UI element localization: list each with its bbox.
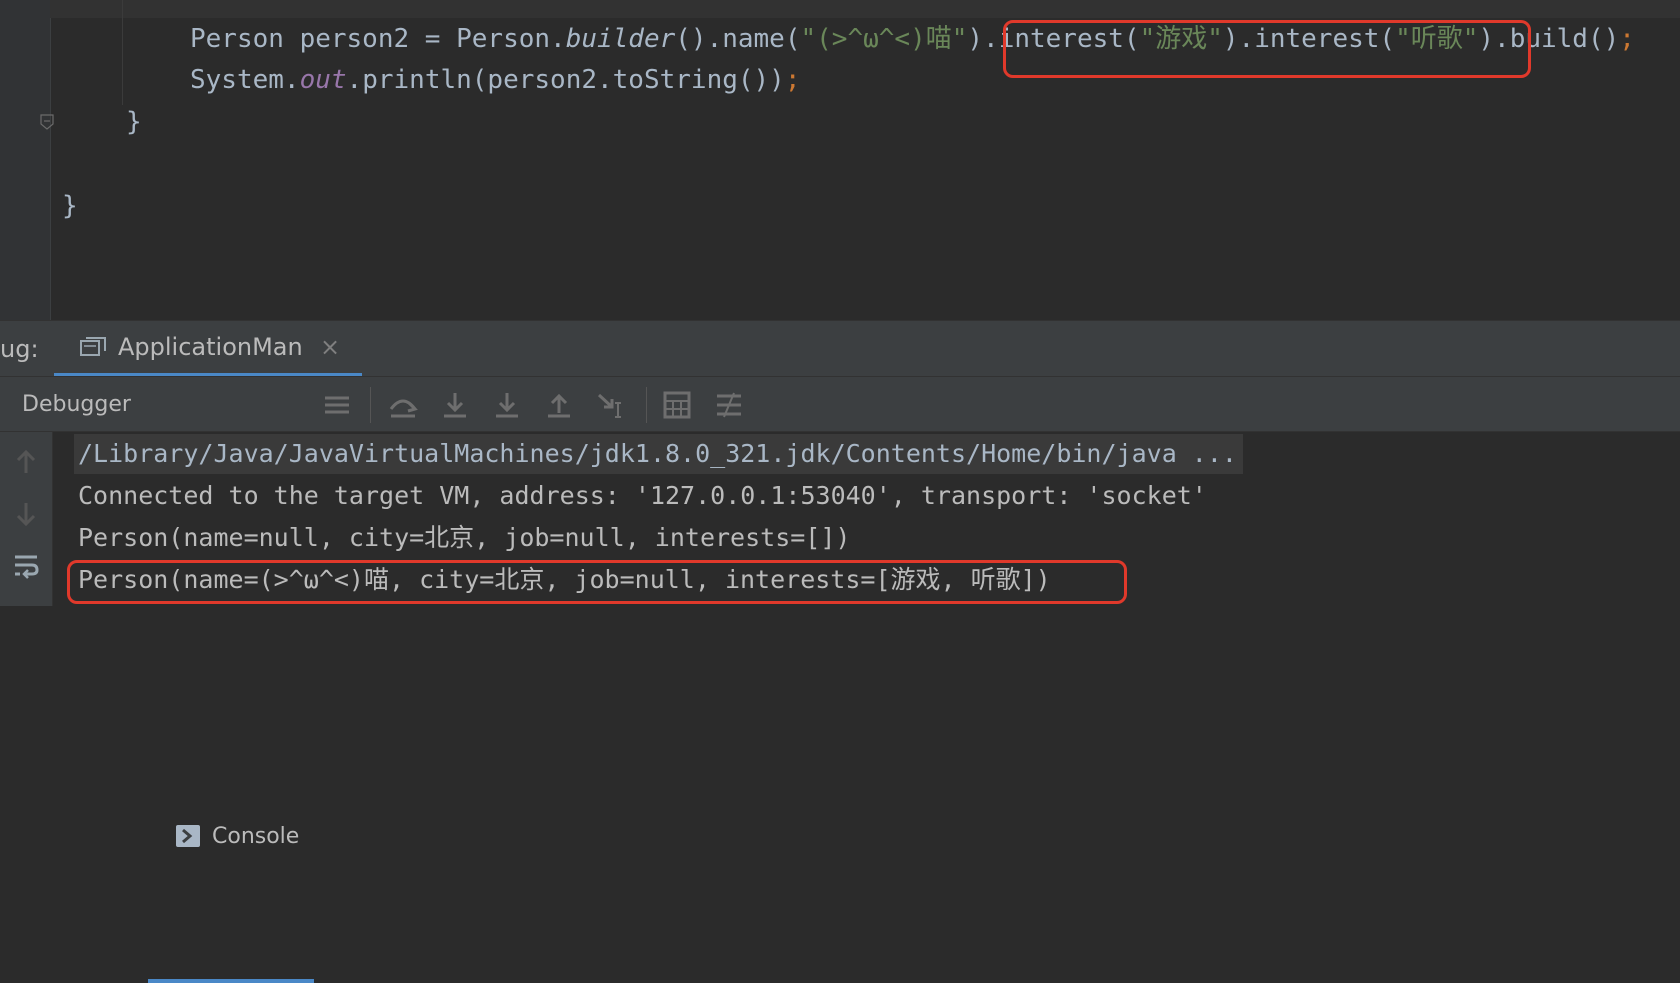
tab-console-label: Console <box>212 824 300 849</box>
editor-current-line-strip <box>50 0 1680 18</box>
run-to-cursor-icon[interactable] <box>596 391 626 419</box>
code-string: "游戏" <box>1139 24 1223 54</box>
toolbar-separator <box>370 387 371 423</box>
arrow-up-icon[interactable] <box>12 448 40 476</box>
code-text: ).build() <box>1478 24 1620 54</box>
console-gutter <box>0 432 53 606</box>
console-icon <box>176 825 200 847</box>
arrow-down-icon[interactable] <box>12 500 40 528</box>
evaluate-expression-icon[interactable] <box>662 391 692 419</box>
code-text: .println(person2.toString()) <box>346 65 785 95</box>
step-into-icon[interactable] <box>492 391 522 419</box>
toolbar-separator <box>646 387 647 423</box>
close-icon[interactable]: × <box>320 321 340 373</box>
code-method-builder: builder <box>565 24 676 54</box>
console-output[interactable]: /Library/Java/JavaVirtualMachines/jdk1.8… <box>0 432 1680 606</box>
console-line-command: /Library/Java/JavaVirtualMachines/jdk1.8… <box>74 434 1243 474</box>
code-string: "(>^ω^<)喵" <box>800 24 968 54</box>
code-string: "听歌" <box>1395 24 1479 54</box>
session-tab-label: ApplicationMan <box>118 333 303 361</box>
fold-icon[interactable] <box>40 114 54 130</box>
tab-debugger[interactable]: Debugger <box>22 377 131 433</box>
code-text: Person person2 = Person. <box>190 24 566 54</box>
step-out-icon[interactable] <box>544 391 574 419</box>
code-text: ().name( <box>675 24 801 54</box>
code-text: System. <box>190 65 300 95</box>
code-text: ).interest( <box>967 24 1140 54</box>
code-editor[interactable]: Person person2 = Person.builder().name("… <box>0 0 1680 320</box>
debug-tool-window-header: ug: ApplicationMan × <box>0 320 1680 377</box>
code-semicolon: ; <box>1619 24 1635 54</box>
step-over-icon[interactable] <box>440 391 470 419</box>
console-line-connected: Connected to the target VM, address: '12… <box>78 481 1207 510</box>
tab-console[interactable]: Console <box>148 809 314 983</box>
code-line-println[interactable]: System.out.println(person2.toString()); <box>190 60 801 100</box>
code-static-field-out: out <box>299 65 347 95</box>
show-execution-point-icon[interactable] <box>388 391 418 419</box>
trace-stream-icon[interactable] <box>714 391 744 419</box>
debug-label: ug: <box>0 335 39 363</box>
debug-toolbar: Debugger Console <box>0 376 1680 983</box>
console-line-person-1: Person(name=null, city=北京, job=null, int… <box>78 523 851 552</box>
debug-session-tab[interactable]: ApplicationMan × <box>54 321 362 377</box>
soft-wrap-icon[interactable] <box>12 552 40 580</box>
console-line-person-2: Person(name=(>^ω^<)喵, city=北京, job=null,… <box>78 565 1051 594</box>
editor-gutter <box>0 0 51 320</box>
code-semicolon: ; <box>784 65 801 95</box>
code-line-build[interactable]: Person person2 = Person.builder().name("… <box>190 19 1635 59</box>
code-line-close-method[interactable]: } <box>126 102 142 142</box>
indent-guide <box>122 0 123 105</box>
code-line-close-class[interactable]: } <box>62 186 78 226</box>
code-text: ).interest( <box>1222 24 1396 54</box>
session-icon <box>80 337 106 356</box>
menu-icon[interactable] <box>322 391 352 419</box>
